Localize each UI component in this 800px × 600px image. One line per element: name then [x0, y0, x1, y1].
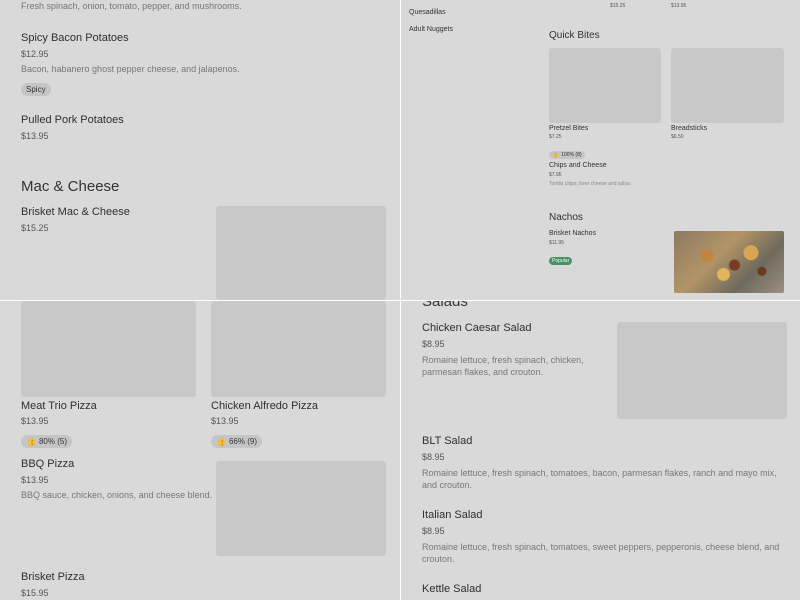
menu-item-italian-salad[interactable]: Italian Salad $8.95 Romaine lettuce, fre…: [422, 509, 787, 565]
section-title-salads: Salads: [422, 301, 468, 310]
menu-item-breadsticks[interactable]: Breadsticks $6.50: [671, 125, 781, 140]
item-name: Italian Salad: [422, 509, 483, 521]
item-price: $13.95: [21, 131, 49, 141]
panel-top-right: $15.25 $13.95 Quesadillas Adult Nuggets …: [401, 0, 800, 300]
item-price: $13.95: [21, 416, 49, 426]
thumbs-up-icon: 👍: [216, 437, 226, 446]
item-name: Brisket Nachos: [549, 230, 597, 237]
thumbs-up-icon: 👍: [26, 437, 36, 446]
meat-trio-pizza-image[interactable]: [21, 301, 196, 397]
item-description: Fresh spinach, onion, tomato, pepper, an…: [21, 1, 242, 11]
item-name: Chicken Caesar Salad: [422, 322, 532, 334]
item-name: Brisket Mac & Cheese: [21, 206, 130, 218]
item-name: Chicken Alfredo Pizza: [211, 400, 318, 412]
item-description: Romaine lettuce, fresh spinach, chicken,…: [422, 355, 584, 377]
popular-badge: Popular: [549, 257, 573, 265]
item-name: Spicy Bacon Potatoes: [21, 32, 129, 44]
rating-text: 66% (9): [228, 437, 257, 446]
item-price: $8.95: [422, 452, 445, 462]
menu-item-pretzel-bites[interactable]: Pretzel Bites $7.25 👍 100% (8): [549, 125, 659, 161]
rating-badge: 👍 80% (5): [21, 435, 72, 448]
item-price: $8.95: [422, 339, 445, 349]
item-name: Brisket Pizza: [21, 571, 85, 583]
panel-bottom-right: Salads Chicken Caesar Salad $8.95 Romain…: [401, 301, 800, 600]
nav-item-quesadillas[interactable]: Quesadillas: [409, 9, 446, 16]
item-name: Meat Trio Pizza: [21, 400, 97, 412]
menu-item-chicken-caesar-salad[interactable]: Chicken Caesar Salad $8.95 Romaine lettu…: [422, 322, 612, 378]
item-price: $6.50: [671, 134, 684, 140]
item-price: $12.95: [21, 49, 49, 59]
item-price: $15.95: [21, 588, 49, 598]
item-price: $11.95: [549, 240, 564, 246]
item-price: $13.95: [671, 3, 687, 9]
item-price: $7.25: [549, 134, 562, 140]
item-description: Bacon, habanero ghost pepper cheese, and…: [21, 64, 240, 74]
panel-bottom-left: Meat Trio Pizza $13.95 👍 80% (5) Chicken …: [0, 301, 400, 600]
menu-item-chicken-alfredo-pizza[interactable]: Chicken Alfredo Pizza $13.95 👍 66% (9): [211, 400, 391, 449]
section-title-nachos: Nachos: [549, 212, 583, 223]
pretzel-bites-image[interactable]: [549, 48, 661, 123]
menu-item-meat-trio-pizza[interactable]: Meat Trio Pizza $13.95 👍 80% (5): [21, 400, 201, 449]
menu-item-blt-salad[interactable]: BLT Salad $8.95 Romaine lettuce, fresh s…: [422, 435, 787, 491]
thumbs-up-icon: 👍: [552, 152, 559, 158]
item-description: Romaine lettuce, fresh spinach, tomatoes…: [422, 468, 777, 490]
item-description: Tortilla chips, beer cheese and salsa.: [549, 181, 631, 187]
menu-item-spicy-bacon-potatoes[interactable]: Spicy Bacon Potatoes $12.95 Bacon, haban…: [21, 32, 381, 97]
item-price: $7.95: [549, 172, 562, 178]
item-price: $13.95: [211, 416, 239, 426]
chicken-alfredo-pizza-image[interactable]: [211, 301, 386, 397]
item-price: $15.25: [21, 223, 49, 233]
menu-item-brisket-pizza[interactable]: Brisket Pizza $15.95: [21, 571, 201, 598]
menu-item-brisket-nachos[interactable]: Brisket Nachos $11.95 Popular: [549, 230, 659, 267]
breadsticks-image[interactable]: [671, 48, 784, 123]
rating-text: 100% (8): [561, 152, 582, 158]
item-image-placeholder[interactable]: [216, 206, 386, 300]
item-name: Breadsticks: [671, 125, 708, 132]
item-name: BLT Salad: [422, 435, 473, 447]
item-price: $15.25: [610, 3, 626, 9]
menu-item-pulled-pork-potatoes[interactable]: Pulled Pork Potatoes $13.95: [21, 114, 381, 141]
rating-text: 80% (5): [38, 437, 67, 446]
menu-item-brisket-mac-cheese[interactable]: Brisket Mac & Cheese $15.25: [21, 206, 201, 233]
item-description: BBQ sauce, chicken, onions, and cheese b…: [21, 490, 213, 500]
item-price: $13.95: [21, 475, 49, 485]
item-description: Romaine lettuce, fresh spinach, tomatoes…: [422, 542, 780, 564]
panel-top-left: Fresh spinach, onion, tomato, pepper, an…: [0, 0, 400, 300]
chicken-caesar-salad-image[interactable]: [617, 322, 787, 419]
item-price: $8.95: [422, 526, 445, 536]
menu-item-bbq-pizza[interactable]: BBQ Pizza $13.95 BBQ sauce, chicken, oni…: [21, 458, 213, 500]
brisket-nachos-image[interactable]: [674, 231, 784, 293]
section-title-quick-bites: Quick Bites: [549, 30, 600, 41]
spicy-tag: Spicy: [21, 83, 51, 96]
bbq-pizza-image[interactable]: [216, 461, 386, 556]
section-title-mac-cheese: Mac & Cheese: [21, 178, 120, 195]
rating-badge: 👍 100% (8): [549, 151, 585, 159]
item-name: BBQ Pizza: [21, 458, 75, 470]
item-name: Chips and Cheese: [549, 162, 607, 169]
item-name: Kettle Salad: [422, 583, 482, 595]
rating-badge: 👍 66% (9): [211, 435, 262, 448]
menu-item-kettle-salad[interactable]: Kettle Salad: [422, 583, 787, 595]
menu-item-chips-and-cheese[interactable]: Chips and Cheese $7.95 Tortilla chips, b…: [549, 162, 749, 187]
nav-item-adult-nuggets[interactable]: Adult Nuggets: [409, 26, 453, 33]
item-name: Pulled Pork Potatoes: [21, 114, 124, 126]
item-name: Pretzel Bites: [549, 125, 589, 132]
